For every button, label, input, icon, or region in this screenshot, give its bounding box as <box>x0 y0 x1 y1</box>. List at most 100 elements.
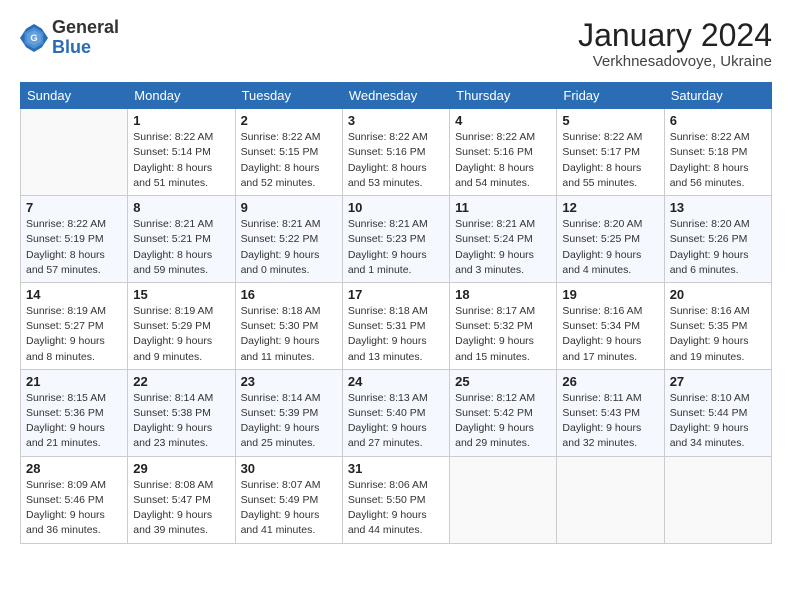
day-info: Sunrise: 8:14 AMSunset: 5:39 PMDaylight:… <box>241 391 337 452</box>
weekday-header-thursday: Thursday <box>450 83 557 109</box>
calendar-table: SundayMondayTuesdayWednesdayThursdayFrid… <box>20 82 772 543</box>
day-info: Sunrise: 8:19 AMSunset: 5:29 PMDaylight:… <box>133 304 229 365</box>
day-number: 16 <box>241 287 337 302</box>
day-info: Sunrise: 8:21 AMSunset: 5:23 PMDaylight:… <box>348 217 444 278</box>
header: G General Blue January 2024 Verkhnesadov… <box>20 18 772 70</box>
day-cell: 28 Sunrise: 8:09 AMSunset: 5:46 PMDayligh… <box>21 456 128 543</box>
day-number: 4 <box>455 113 551 128</box>
day-cell: 5 Sunrise: 8:22 AMSunset: 5:17 PMDaylight… <box>557 109 664 196</box>
title-block: January 2024 Verkhnesadovoye, Ukraine <box>578 18 772 70</box>
day-info: Sunrise: 8:22 AMSunset: 5:16 PMDaylight:… <box>455 130 551 191</box>
day-number: 25 <box>455 374 551 389</box>
day-number: 6 <box>670 113 766 128</box>
day-number: 3 <box>348 113 444 128</box>
weekday-header-saturday: Saturday <box>664 83 771 109</box>
day-info: Sunrise: 8:07 AMSunset: 5:49 PMDaylight:… <box>241 478 337 539</box>
day-number: 27 <box>670 374 766 389</box>
subtitle: Verkhnesadovoye, Ukraine <box>578 53 772 70</box>
day-info: Sunrise: 8:18 AMSunset: 5:30 PMDaylight:… <box>241 304 337 365</box>
month-title: January 2024 <box>578 18 772 53</box>
day-cell: 16 Sunrise: 8:18 AMSunset: 5:30 PMDayligh… <box>235 282 342 369</box>
day-cell: 2 Sunrise: 8:22 AMSunset: 5:15 PMDaylight… <box>235 109 342 196</box>
day-info: Sunrise: 8:18 AMSunset: 5:31 PMDaylight:… <box>348 304 444 365</box>
day-number: 19 <box>562 287 658 302</box>
day-number: 14 <box>26 287 122 302</box>
day-cell: 19 Sunrise: 8:16 AMSunset: 5:34 PMDayligh… <box>557 282 664 369</box>
day-info: Sunrise: 8:17 AMSunset: 5:32 PMDaylight:… <box>455 304 551 365</box>
day-cell: 29Sunrise: 8:08 AMSunset: 5:47 PMDayligh… <box>128 456 235 543</box>
day-number: 5 <box>562 113 658 128</box>
day-cell: 7Sunrise: 8:22 AMSunset: 5:19 PMDaylight… <box>21 196 128 283</box>
day-info: Sunrise: 8:13 AMSunset: 5:40 PMDaylight:… <box>348 391 444 452</box>
day-cell: 26Sunrise: 8:11 AMSunset: 5:43 PMDayligh… <box>557 369 664 456</box>
day-cell <box>21 109 128 196</box>
day-number: 15 <box>133 287 229 302</box>
day-number: 10 <box>348 200 444 215</box>
day-info: Sunrise: 8:21 AMSunset: 5:24 PMDaylight:… <box>455 217 551 278</box>
logo-blue: Blue <box>52 37 91 57</box>
day-info: Sunrise: 8:09 AMSunset: 5:46 PMDaylight:… <box>26 478 122 539</box>
day-cell: 9 Sunrise: 8:21 AMSunset: 5:22 PMDaylight… <box>235 196 342 283</box>
day-cell <box>557 456 664 543</box>
day-cell: 6 Sunrise: 8:22 AMSunset: 5:18 PMDaylight… <box>664 109 771 196</box>
day-cell: 22Sunrise: 8:14 AMSunset: 5:38 PMDayligh… <box>128 369 235 456</box>
day-cell: 18Sunrise: 8:17 AMSunset: 5:32 PMDayligh… <box>450 282 557 369</box>
day-number: 2 <box>241 113 337 128</box>
logo-general: General <box>52 17 119 37</box>
weekday-header-row: SundayMondayTuesdayWednesdayThursdayFrid… <box>21 83 772 109</box>
day-number: 24 <box>348 374 444 389</box>
weekday-header-monday: Monday <box>128 83 235 109</box>
day-cell: 14Sunrise: 8:19 AMSunset: 5:27 PMDayligh… <box>21 282 128 369</box>
day-number: 30 <box>241 461 337 476</box>
logo: G General Blue <box>20 18 119 58</box>
day-number: 9 <box>241 200 337 215</box>
day-number: 8 <box>133 200 229 215</box>
day-number: 22 <box>133 374 229 389</box>
day-info: Sunrise: 8:16 AMSunset: 5:35 PMDaylight:… <box>670 304 766 365</box>
day-info: Sunrise: 8:21 AMSunset: 5:21 PMDaylight:… <box>133 217 229 278</box>
day-number: 13 <box>670 200 766 215</box>
day-cell: 20 Sunrise: 8:16 AMSunset: 5:35 PMDayligh… <box>664 282 771 369</box>
day-cell: 13Sunrise: 8:20 AMSunset: 5:26 PMDayligh… <box>664 196 771 283</box>
week-row-4: 21Sunrise: 8:15 AMSunset: 5:36 PMDayligh… <box>21 369 772 456</box>
day-number: 17 <box>348 287 444 302</box>
day-info: Sunrise: 8:16 AMSunset: 5:34 PMDaylight:… <box>562 304 658 365</box>
day-info: Sunrise: 8:21 AMSunset: 5:22 PMDaylight:… <box>241 217 337 278</box>
day-cell <box>664 456 771 543</box>
day-cell: 24 Sunrise: 8:13 AMSunset: 5:40 PMDayligh… <box>342 369 449 456</box>
day-cell: 10 Sunrise: 8:21 AMSunset: 5:23 PMDayligh… <box>342 196 449 283</box>
week-row-3: 14Sunrise: 8:19 AMSunset: 5:27 PMDayligh… <box>21 282 772 369</box>
day-number: 21 <box>26 374 122 389</box>
day-cell: 4 Sunrise: 8:22 AMSunset: 5:16 PMDaylight… <box>450 109 557 196</box>
day-info: Sunrise: 8:06 AMSunset: 5:50 PMDaylight:… <box>348 478 444 539</box>
week-row-2: 7Sunrise: 8:22 AMSunset: 5:19 PMDaylight… <box>21 196 772 283</box>
page: G General Blue January 2024 Verkhnesadov… <box>0 0 792 554</box>
day-number: 11 <box>455 200 551 215</box>
day-info: Sunrise: 8:10 AMSunset: 5:44 PMDaylight:… <box>670 391 766 452</box>
day-cell: 23Sunrise: 8:14 AMSunset: 5:39 PMDayligh… <box>235 369 342 456</box>
logo-text: General Blue <box>52 18 119 58</box>
day-number: 1 <box>133 113 229 128</box>
day-cell <box>450 456 557 543</box>
logo-icon: G <box>20 24 48 52</box>
day-number: 26 <box>562 374 658 389</box>
day-cell: 12Sunrise: 8:20 AMSunset: 5:25 PMDayligh… <box>557 196 664 283</box>
day-number: 28 <box>26 461 122 476</box>
weekday-header-wednesday: Wednesday <box>342 83 449 109</box>
day-info: Sunrise: 8:22 AMSunset: 5:14 PMDaylight:… <box>133 130 229 191</box>
day-cell: 15 Sunrise: 8:19 AMSunset: 5:29 PMDayligh… <box>128 282 235 369</box>
week-row-5: 28 Sunrise: 8:09 AMSunset: 5:46 PMDayligh… <box>21 456 772 543</box>
day-info: Sunrise: 8:22 AMSunset: 5:18 PMDaylight:… <box>670 130 766 191</box>
day-cell: 30 Sunrise: 8:07 AMSunset: 5:49 PMDayligh… <box>235 456 342 543</box>
day-number: 29 <box>133 461 229 476</box>
day-cell: 8 Sunrise: 8:21 AMSunset: 5:21 PMDaylight… <box>128 196 235 283</box>
day-cell: 31Sunrise: 8:06 AMSunset: 5:50 PMDayligh… <box>342 456 449 543</box>
day-cell: 11 Sunrise: 8:21 AMSunset: 5:24 PMDayligh… <box>450 196 557 283</box>
day-number: 7 <box>26 200 122 215</box>
day-info: Sunrise: 8:22 AMSunset: 5:15 PMDaylight:… <box>241 130 337 191</box>
day-cell: 27 Sunrise: 8:10 AMSunset: 5:44 PMDayligh… <box>664 369 771 456</box>
day-info: Sunrise: 8:20 AMSunset: 5:25 PMDaylight:… <box>562 217 658 278</box>
day-info: Sunrise: 8:22 AMSunset: 5:17 PMDaylight:… <box>562 130 658 191</box>
day-cell: 3Sunrise: 8:22 AMSunset: 5:16 PMDaylight… <box>342 109 449 196</box>
day-number: 20 <box>670 287 766 302</box>
